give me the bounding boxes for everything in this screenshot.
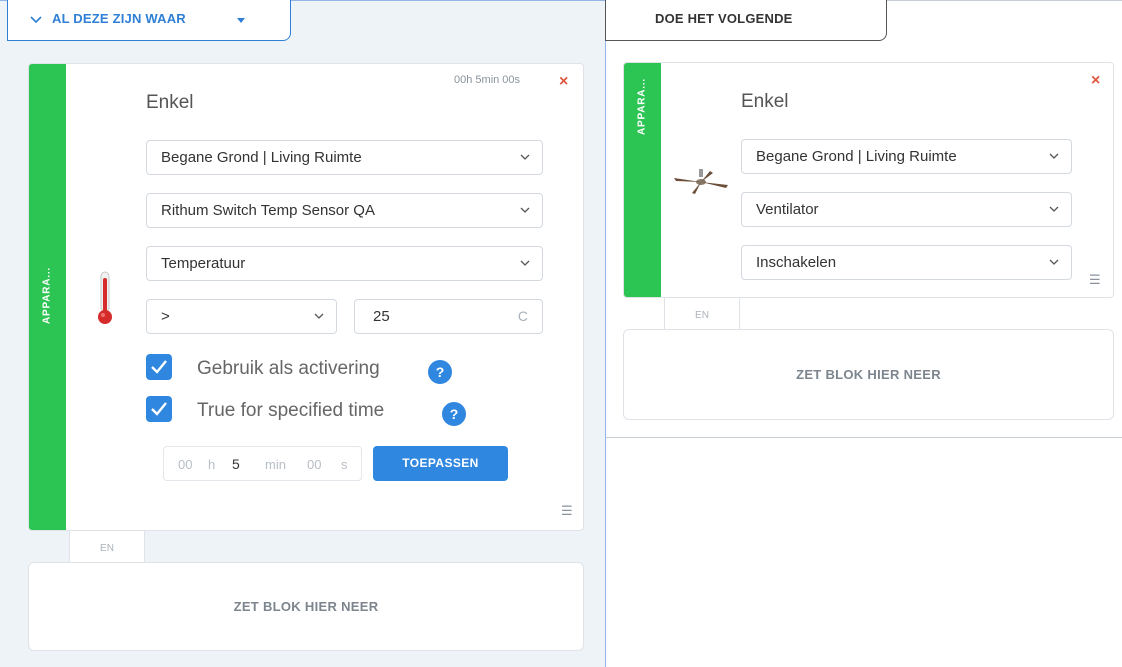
device-category-strip[interactable]: APPARA...: [624, 63, 661, 297]
action-block-card: APPARA... × Enkel Begane Grond | Living …: [623, 62, 1114, 298]
timer-readout: 00h 5min 00s: [454, 74, 521, 86]
device-select[interactable]: Rithum Switch Temp Sensor QA: [146, 193, 543, 228]
actions-tab[interactable]: DOE HET VOLGENDE: [605, 0, 887, 41]
threshold-unit: C: [517, 308, 528, 324]
chevron-down-icon: [520, 203, 530, 217]
hours-unit: h: [208, 457, 216, 472]
actions-tab-label[interactable]: DOE HET VOLGENDE: [655, 11, 793, 26]
apply-button[interactable]: TOEPASSEN: [373, 446, 508, 481]
block-menu-icon[interactable]: ☰: [1089, 273, 1101, 286]
minutes-input[interactable]: 5: [232, 456, 240, 472]
action-drop-zone[interactable]: ZET BLOK HIER NEER: [623, 329, 1114, 420]
block-title: Enkel: [741, 91, 789, 112]
actions-panel: DOE HET VOLGENDE APPARA... × Enkel Began…: [605, 0, 1122, 438]
operator-select-value: >: [161, 308, 170, 325]
close-icon[interactable]: ×: [559, 74, 568, 90]
minutes-unit: min: [265, 457, 286, 472]
threshold-value: 25: [373, 308, 390, 325]
device-select-value: Rithum Switch Temp Sensor QA: [161, 202, 375, 219]
chevron-down-icon: [1049, 149, 1059, 163]
checkmark-icon: [151, 360, 167, 374]
block-title: Enkel: [146, 92, 194, 113]
room-select-value: Begane Grond | Living Ruimte: [161, 149, 362, 166]
duration-input-group: 00 h 5 min 00 s: [163, 446, 362, 481]
true-for-time-checkbox[interactable]: [146, 396, 172, 422]
condition-drop-zone[interactable]: ZET BLOK HIER NEER: [28, 562, 584, 651]
chevron-down-icon: [314, 309, 324, 323]
conditions-tab-label[interactable]: AL DEZE ZIJN WAAR: [52, 11, 186, 26]
hours-input[interactable]: 00: [178, 457, 192, 472]
operator-select[interactable]: >: [146, 299, 337, 334]
device-select[interactable]: Ventilator: [741, 192, 1072, 227]
strip-label: APPARA...: [41, 266, 53, 325]
divider: [887, 0, 1122, 1]
chevron-down-icon: [1049, 255, 1059, 269]
chevron-down-icon: [520, 256, 530, 270]
chevron-down-icon: [1049, 202, 1059, 216]
true-for-time-label: True for specified time: [197, 400, 385, 421]
block-menu-icon[interactable]: ☰: [561, 504, 573, 517]
action-select[interactable]: Inschakelen: [741, 245, 1072, 280]
room-select[interactable]: Begane Grond | Living Ruimte: [741, 139, 1072, 174]
chevron-down-icon[interactable]: [30, 12, 42, 27]
threshold-value-input[interactable]: 25 C: [354, 299, 543, 334]
close-icon[interactable]: ×: [1091, 73, 1100, 89]
checkmark-icon: [151, 402, 167, 416]
seconds-unit: s: [341, 457, 348, 472]
caret-down-icon[interactable]: [237, 18, 245, 23]
use-as-trigger-checkbox[interactable]: [146, 354, 172, 380]
property-select-value: Temperatuur: [161, 255, 246, 272]
room-select-value: Begane Grond | Living Ruimte: [756, 148, 957, 165]
seconds-input[interactable]: 00: [307, 457, 321, 472]
room-select[interactable]: Begane Grond | Living Ruimte: [146, 140, 543, 175]
property-select[interactable]: Temperatuur: [146, 246, 543, 281]
help-icon[interactable]: ?: [428, 360, 452, 384]
strip-label: APPARA...: [636, 77, 648, 136]
condition-block-card: APPARA... 00h 5min 00s × Enkel Begane Gr…: [28, 63, 584, 531]
conditions-tab[interactable]: AL DEZE ZIJN WAAR: [7, 0, 291, 41]
chevron-down-icon: [520, 150, 530, 164]
conditions-panel: AL DEZE ZIJN WAAR APPARA... 00h 5min 00s…: [0, 0, 606, 667]
action-select-value: Inschakelen: [756, 254, 837, 271]
device-select-value: Ventilator: [756, 201, 819, 218]
help-icon[interactable]: ?: [442, 402, 466, 426]
device-category-strip[interactable]: APPARA...: [29, 64, 66, 530]
use-as-trigger-label: Gebruik als activering: [197, 358, 380, 379]
thermometer-icon: [98, 271, 112, 324]
ceiling-fan-icon: [674, 169, 728, 194]
